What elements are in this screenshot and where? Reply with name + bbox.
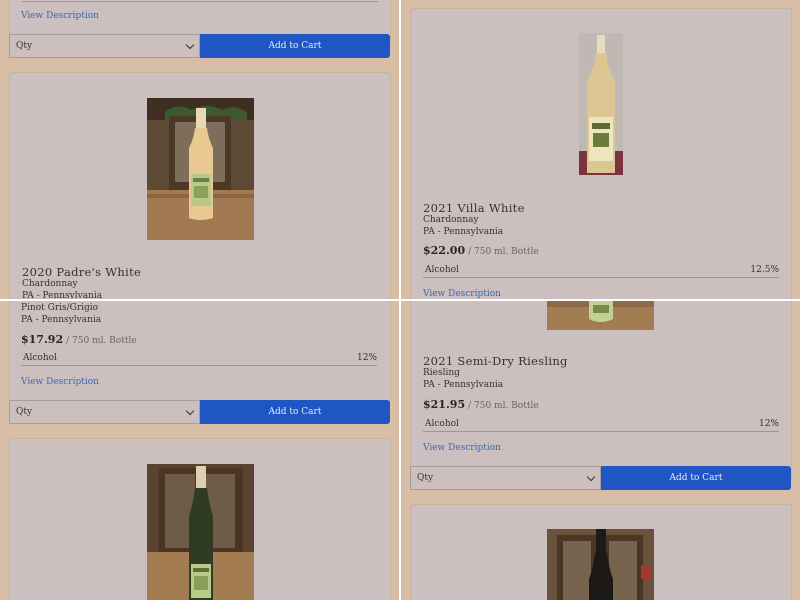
wine-bottle-photo [147, 464, 254, 600]
product-price: $21.95/ 750 ml. Bottle [423, 398, 539, 411]
product-image [547, 529, 654, 600]
chevron-down-icon [185, 406, 195, 416]
chevron-down-icon [185, 40, 195, 50]
view-description-link[interactable]: View Description [21, 377, 99, 387]
price-unit: / 750 ml. Bottle [468, 401, 539, 411]
product-image [547, 301, 654, 330]
product-title[interactable]: 2021 Villa White [423, 201, 525, 215]
product-price: $22.00/ 750 ml. Bottle [423, 244, 539, 257]
alcohol-value: 12% [356, 353, 377, 363]
qty-select[interactable]: Qty [9, 34, 200, 58]
qty-select[interactable]: Qty [9, 400, 200, 424]
product-card-padres-white: 2020 Padre's White Chardonnay PA - Penns… [9, 72, 391, 300]
qty-label: Qty [16, 407, 33, 417]
product-price: $17.92/ 750 ml. Bottle [21, 333, 137, 346]
quadrant-divider-horizontal [0, 299, 800, 301]
product-image [579, 33, 623, 175]
product-region: PA - Pennsylvania [423, 380, 504, 390]
product-varietal-2: Pinot Gris/Grigio [21, 303, 99, 313]
add-to-cart-button[interactable]: Add to Cart [200, 400, 390, 424]
alcohol-label: Alcohol [23, 353, 57, 363]
product-card-villa-white: 2021 Villa White Chardonnay PA - Pennsyl… [410, 8, 792, 300]
product-region: PA - Pennsylvania [423, 227, 504, 237]
product-card [9, 438, 391, 600]
product-varietal: Riesling [423, 368, 460, 378]
product-card-semi-dry-riesling: 2021 Semi-Dry Riesling Riesling PA - Pen… [410, 300, 792, 482]
alcohol-row: Alcohol 12% [21, 353, 377, 366]
view-description-link[interactable]: View Description [21, 11, 99, 21]
qty-label: Qty [417, 473, 434, 483]
wine-bottle-photo [579, 33, 623, 175]
alcohol-value: 12.5% [750, 265, 779, 275]
add-to-cart-button[interactable]: Add to Cart [200, 34, 390, 58]
view-description-link[interactable]: View Description [423, 289, 501, 299]
price-unit: / 750 ml. Bottle [66, 336, 137, 346]
qty-label: Qty [16, 41, 33, 51]
view-description-link[interactable]: View Description [423, 443, 501, 453]
product-varietal: Chardonnay [22, 279, 78, 289]
product-title[interactable]: 2021 Semi-Dry Riesling [423, 354, 568, 368]
wine-bottle-photo [547, 301, 654, 330]
quadrant-bottom-left: Pinot Gris/Grigio PA - Pennsylvania $17.… [0, 300, 400, 600]
chevron-down-icon [586, 472, 596, 482]
quadrant-top-left: View Description Qty Add to Cart 2020 Pa… [0, 0, 400, 300]
product-varietal: Chardonnay [423, 215, 479, 225]
wine-bottle-photo [147, 98, 254, 240]
wine-bottle-photo [547, 529, 654, 600]
alcohol-row: Alcohol 12.5% [423, 265, 779, 278]
product-region-2: PA - Pennsylvania [21, 315, 102, 325]
quadrant-top-right: 2021 Villa White Chardonnay PA - Pennsyl… [400, 0, 800, 300]
product-image [147, 98, 254, 240]
price-unit: / 750 ml. Bottle [468, 247, 539, 257]
product-title[interactable]: 2020 Padre's White [22, 265, 141, 279]
add-to-cart-button[interactable]: Add to Cart [601, 466, 791, 490]
qty-select[interactable]: Qty [410, 466, 601, 490]
alcohol-row: Alcohol 12% [423, 419, 779, 432]
product-card [410, 504, 792, 600]
alcohol-label: Alcohol [425, 419, 459, 429]
alcohol-value: 12% [758, 419, 779, 429]
quadrant-bottom-right: 2021 Semi-Dry Riesling Riesling PA - Pen… [400, 300, 800, 600]
product-image [147, 464, 254, 600]
alcohol-label: Alcohol [425, 265, 459, 275]
